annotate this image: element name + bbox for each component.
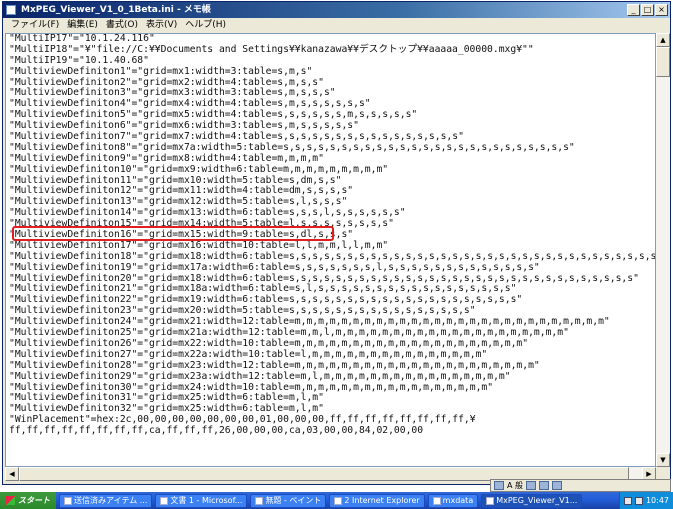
taskbar-item-label: 無題 - ペイント — [265, 495, 322, 505]
ime-mode-label[interactable]: A 般 — [507, 480, 523, 491]
taskbar-item-word[interactable]: 文書 1 - Microsof... — [155, 493, 248, 508]
taskbar-item-label: mxdata — [442, 495, 474, 505]
ime-pad-icon[interactable] — [526, 481, 537, 490]
maximize-button[interactable]: □ — [641, 4, 654, 16]
red-highlight-box — [12, 226, 334, 241]
taskbar-item-mxdata[interactable]: mxdata — [427, 493, 479, 508]
taskbar: スタート 送信済みアイテム ... 文書 1 - Microsof... 無題 … — [0, 492, 673, 509]
paint-icon — [255, 496, 264, 505]
taskbar-item-notepad[interactable]: MxPEG_Viewer_V1... — [481, 493, 583, 508]
folder-icon — [432, 496, 441, 505]
ime-help-icon[interactable] — [552, 481, 563, 490]
minimize-button[interactable]: _ — [627, 4, 640, 16]
taskbar-item-label: 2 Internet Explorer — [344, 495, 420, 505]
word-icon — [160, 496, 169, 505]
vertical-scroll-thumb[interactable] — [656, 47, 670, 77]
vertical-scrollbar[interactable]: ▲ ▼ — [656, 33, 670, 467]
network-icon[interactable] — [623, 496, 632, 505]
taskbar-item-paint[interactable]: 無題 - ペイント — [250, 493, 327, 508]
text-line: "MultiviewDefiniton29"="grid=mx23a:width… — [9, 370, 511, 382]
notepad-icon — [6, 5, 16, 15]
menu-edit[interactable]: 編集(E) — [63, 18, 102, 32]
start-label: スタート — [18, 496, 50, 505]
close-button[interactable]: × — [655, 4, 668, 16]
scroll-up-arrow-icon[interactable]: ▲ — [656, 33, 670, 47]
taskbar-item-internet-explorer[interactable]: 2 Internet Explorer — [329, 493, 425, 508]
menu-bar: ファイル(F) 編集(E) 書式(O) 表示(V) ヘルプ(H) — [3, 18, 670, 32]
taskbar-item-sent-items[interactable]: 送信済みアイテム ... — [59, 493, 153, 508]
scroll-down-arrow-icon[interactable]: ▼ — [656, 453, 670, 467]
text-editor[interactable]: "MultiIP17"="10.1.24.116" "MultiIP18"="¥"… — [5, 33, 656, 467]
ime-mode-icon[interactable] — [494, 481, 504, 490]
taskbar-item-label: 送信済みアイテム ... — [74, 495, 148, 505]
window-title: MxPEG_Viewer_V1_0_1Beta.ini - メモ帳 — [21, 5, 211, 15]
menu-file[interactable]: ファイル(F) — [7, 18, 63, 32]
text-line: "MultiviewDefiniton1"="grid=mx1:width=3:… — [9, 65, 313, 77]
scroll-left-arrow-icon[interactable]: ◀ — [5, 467, 19, 481]
ie-icon — [334, 496, 343, 505]
menu-view[interactable]: 表示(V) — [142, 18, 181, 32]
menu-format[interactable]: 書式(O) — [102, 18, 142, 32]
system-tray: 10:47 — [618, 492, 673, 509]
text-line: "MultiviewDefiniton28"="grid=mx23:width=… — [9, 359, 540, 371]
mail-icon — [64, 496, 72, 505]
taskbar-item-label: 文書 1 - Microsof... — [170, 495, 243, 505]
title-bar[interactable]: MxPEG_Viewer_V1_0_1Beta.ini - メモ帳 _ □ × — [3, 2, 670, 18]
volume-icon[interactable] — [634, 496, 643, 505]
clock[interactable]: 10:47 — [646, 496, 669, 505]
start-button[interactable]: スタート — [0, 492, 56, 509]
windows-flag-icon — [6, 496, 15, 505]
ime-language-bar[interactable]: A 般 — [490, 479, 671, 492]
menu-help[interactable]: ヘルプ(H) — [181, 18, 230, 32]
notepad-window: MxPEG_Viewer_V1_0_1Beta.ini - メモ帳 _ □ × … — [2, 1, 671, 485]
text-line: "MultiviewDefiniton10"="grid=mx9:width=6… — [9, 163, 389, 175]
text-line: ff,ff,ff,ff,ff,ff,ff,ff,ca,ff,ff,ff,26,0… — [9, 425, 424, 437]
notepad-icon — [486, 496, 495, 505]
taskbar-item-label: MxPEG_Viewer_V1... — [496, 495, 578, 505]
ime-tool-icon[interactable] — [539, 481, 550, 490]
text-line: "MultiviewDefiniton19"="grid=mx17a:width… — [9, 261, 540, 273]
window-controls: _ □ × — [627, 4, 668, 16]
